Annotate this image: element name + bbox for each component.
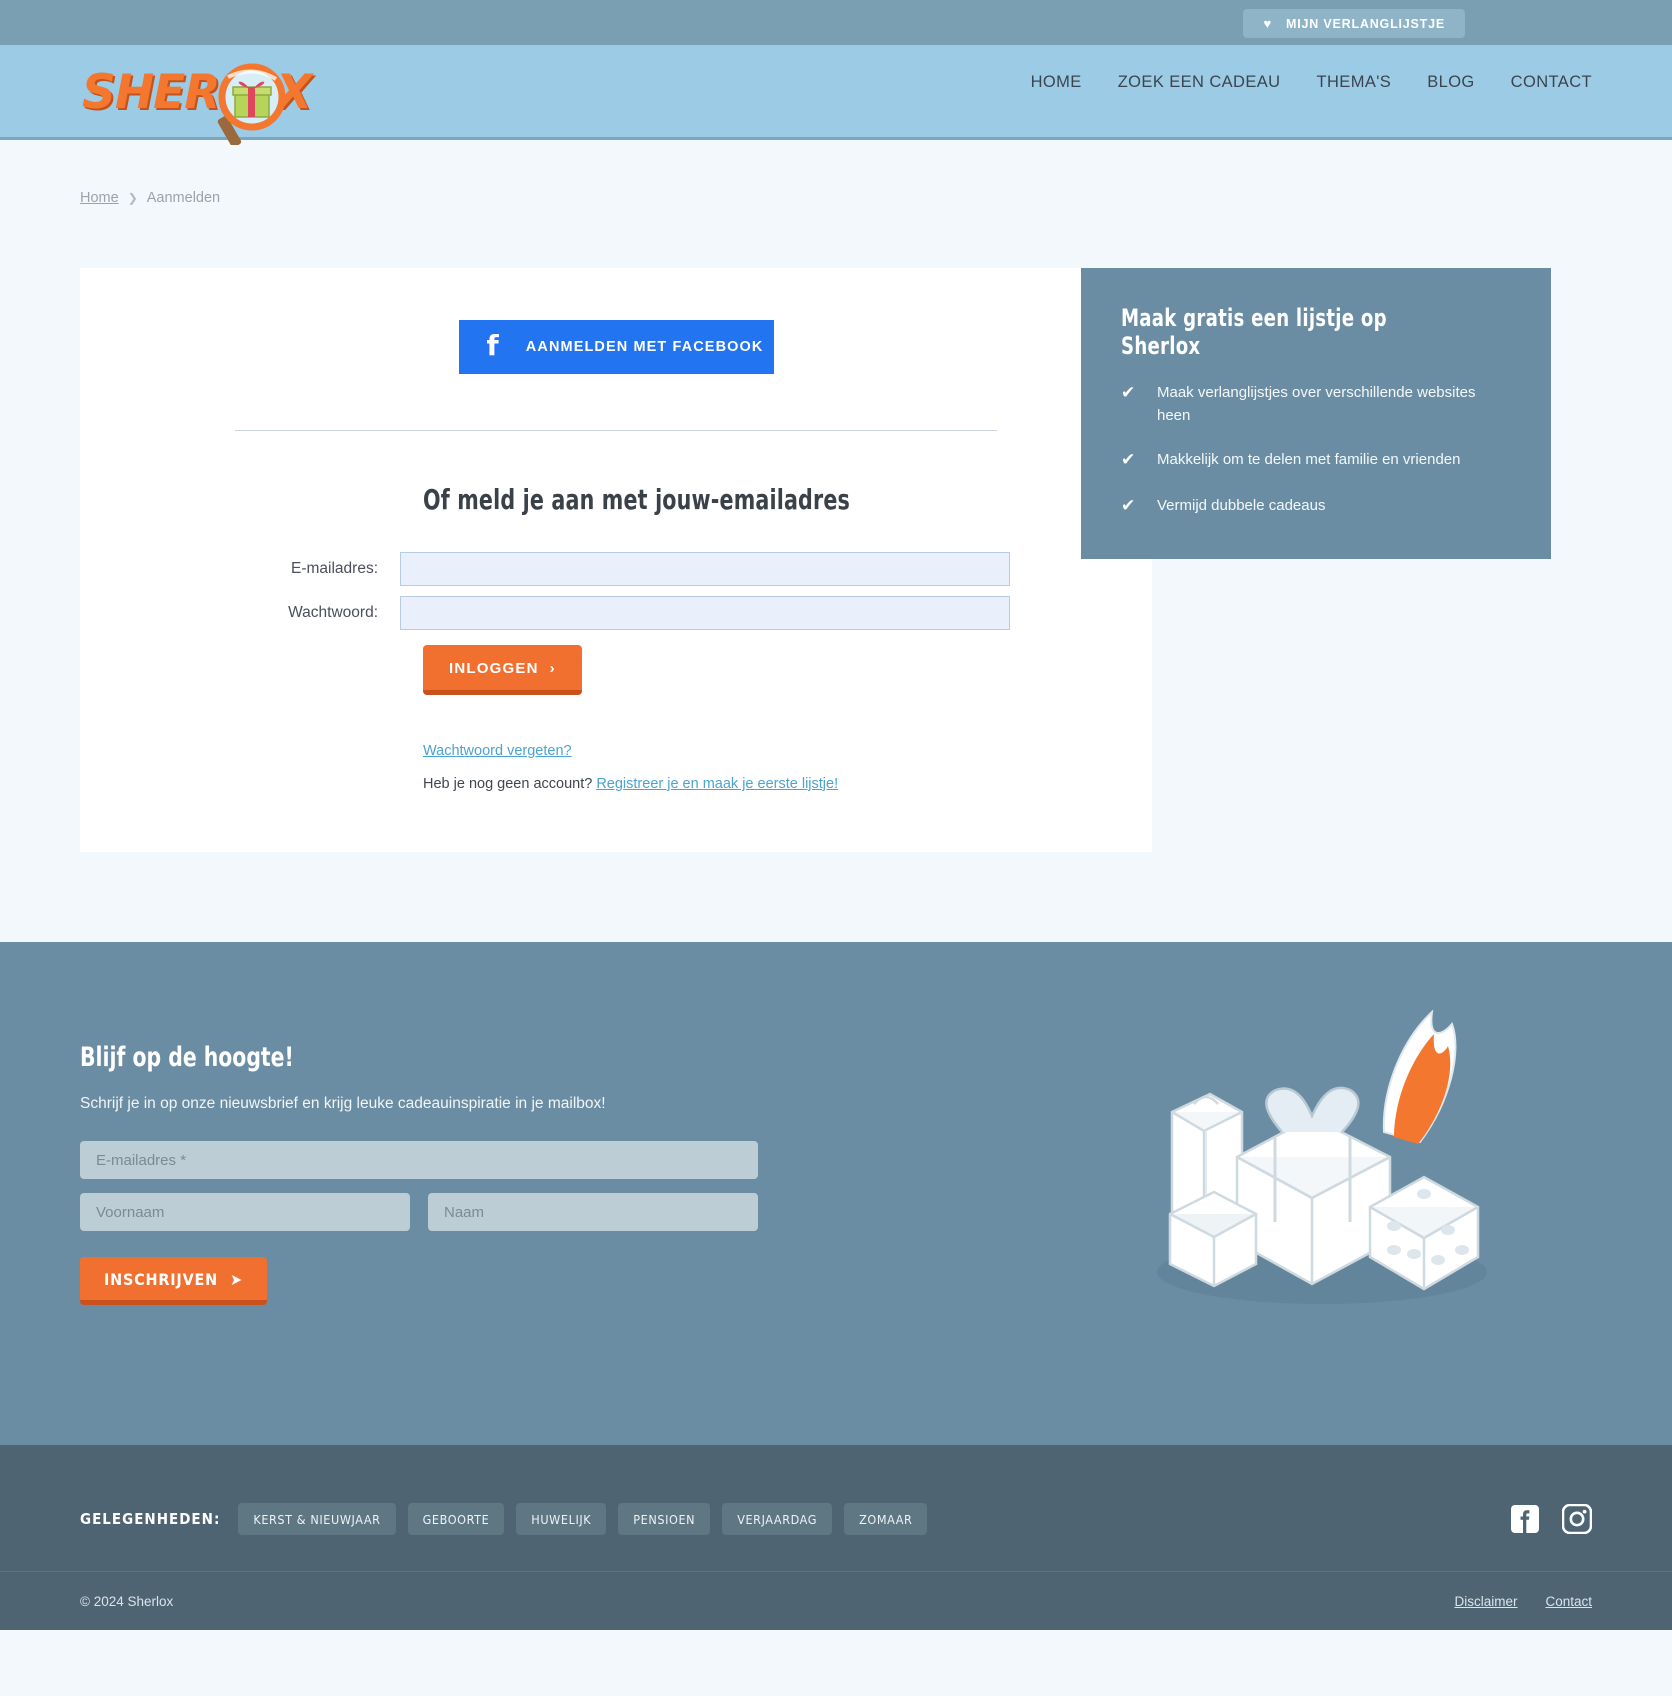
promo-benefits-list: ✔ Maak verlanglijstjes over verschillend… (1121, 382, 1511, 519)
check-icon: ✔ (1121, 383, 1136, 403)
breadcrumb-home[interactable]: Home (80, 190, 119, 206)
nav-item-themas[interactable]: THEMA'S (1317, 73, 1392, 92)
promo-title: Maak gratis een lijstje op Sherlox (1121, 304, 1387, 360)
login-helper-links: Wachtwoord vergeten? Heb je nog geen acc… (423, 742, 1152, 792)
login-form: E-mailadres: Wachtwoord: INLOGGEN › (80, 552, 1152, 695)
copyright-text: © 2024 Sherlox (80, 1593, 174, 1609)
no-account-text: Heb je nog geen account? (423, 776, 597, 792)
email-label: E-mailadres: (291, 560, 378, 577)
promo-box: Maak gratis een lijstje op Sherlox ✔ Maa… (1081, 268, 1551, 559)
newsletter-firstname-input[interactable] (80, 1193, 410, 1231)
promo-benefit-item: ✔ Makkelijk om te delen met familie en v… (1121, 449, 1511, 473)
login-card: f AANMELDEN MET FACEBOOK Of meld je aan … (80, 268, 1152, 852)
nav-item-home[interactable]: HOME (1031, 73, 1082, 92)
email-input[interactable] (400, 552, 1010, 586)
section-divider (235, 430, 997, 431)
password-field-row: Wachtwoord: (80, 596, 1152, 630)
occasion-tag-huwelijk[interactable]: HUWELIJK (516, 1503, 607, 1535)
occasion-tag-verjaardag[interactable]: VERJAARDAG (722, 1503, 833, 1535)
facebook-login-button[interactable]: f AANMELDEN MET FACEBOOK (458, 320, 774, 374)
breadcrumb-separator-icon: ❯ (127, 191, 138, 205)
footer-links: Disclaimer Contact (1454, 1594, 1592, 1609)
forgot-password-link[interactable]: Wachtwoord vergeten? (423, 743, 572, 759)
occasion-tag-list: KERST & NIEUWJAAR GEBOORTE HUWELIJK PENS… (238, 1503, 928, 1535)
email-login-heading: Of meld je aan met jouw-emailadres (423, 483, 851, 516)
promo-benefit-text: Makkelijk om te delen met familie en vri… (1157, 451, 1461, 468)
newsletter-subscribe-button[interactable]: INSCHRIJVEN ➤ (80, 1257, 267, 1305)
register-link[interactable]: Registreer je en maak je eerste lijstje! (596, 776, 838, 792)
occasion-tag-kerst-nieuwjaar[interactable]: KERST & NIEUWJAAR (238, 1503, 396, 1535)
social-links (1510, 1504, 1592, 1534)
newsletter-lastname-input[interactable] (428, 1193, 758, 1231)
occasion-tag-zomaar[interactable]: ZOMAAR (844, 1503, 928, 1535)
newsletter-section: Blijf op de hoogte! Schrijf je in op onz… (0, 942, 1672, 1445)
promo-benefit-item: ✔ Vermijd dubbele cadeaus (1121, 495, 1511, 519)
heart-icon: ♥ (1263, 16, 1273, 31)
site-footer: GELEGENHEDEN: KERST & NIEUWJAAR GEBOORTE… (0, 1445, 1672, 1630)
facebook-icon: f (486, 328, 500, 362)
occasion-tag-pensioen[interactable]: PENSIOEN (618, 1503, 711, 1535)
instagram-icon[interactable] (1562, 1504, 1592, 1534)
my-wishlist-button[interactable]: ♥ MIJN VERLANGLIJSTJE (1243, 9, 1465, 38)
promo-benefit-item: ✔ Maak verlanglijstjes over verschillend… (1121, 382, 1511, 427)
breadcrumb-current: Aanmelden (146, 190, 221, 206)
breadcrumb: Home ❯ Aanmelden (80, 140, 1592, 206)
occasions-label: GELEGENHEDEN: (80, 1510, 221, 1528)
nav-item-blog[interactable]: BLOG (1427, 73, 1474, 92)
promo-benefit-text: Vermijd dubbele cadeaus (1157, 496, 1326, 514)
check-icon: ✔ (1121, 495, 1136, 516)
email-field-row: E-mailadres: (80, 552, 1152, 586)
main-content: f AANMELDEN MET FACEBOOK Of meld je aan … (80, 268, 1592, 942)
occasion-tag-geboorte[interactable]: GEBOORTE (407, 1503, 505, 1535)
newsletter-email-input[interactable] (80, 1141, 758, 1179)
top-utility-bar: ♥ MIJN VERLANGLIJSTJE (0, 0, 1672, 45)
gift-illustration (1132, 982, 1512, 1312)
main-navigation: HOME ZOEK EEN CADEAU THEMA'S BLOG CONTAC… (1031, 73, 1592, 92)
site-logo[interactable]: SHERL SHERL X X (80, 55, 330, 145)
login-submit-label: INLOGGEN (449, 660, 539, 677)
my-wishlist-label: MIJN VERLANGLIJSTJE (1286, 16, 1445, 31)
nav-item-contact[interactable]: CONTACT (1511, 73, 1592, 92)
facebook-icon[interactable] (1510, 1504, 1540, 1534)
facebook-login-label: AANMELDEN MET FACEBOOK (525, 339, 764, 355)
footer-link-contact[interactable]: Contact (1545, 1594, 1592, 1609)
site-header: SHERL SHERL X X HOME ZOEK EEN CADEAU THE… (0, 45, 1672, 145)
login-submit-button[interactable]: INLOGGEN › (423, 645, 582, 695)
footer-link-disclaimer[interactable]: Disclaimer (1454, 1594, 1517, 1609)
paper-plane-icon: ➤ (230, 1270, 243, 1289)
password-input[interactable] (400, 596, 1010, 630)
chevron-right-icon: › (549, 660, 556, 677)
check-icon: ✔ (1121, 450, 1136, 470)
promo-benefit-text: Maak verlanglijstjes over verschillende … (1157, 384, 1476, 424)
no-account-row: Heb je nog geen account? Registreer je e… (423, 776, 1152, 792)
nav-item-zoek-een-cadeau[interactable]: ZOEK EEN CADEAU (1118, 73, 1281, 92)
newsletter-subscribe-label: INSCHRIJVEN (104, 1270, 218, 1289)
password-label: Wachtwoord: (288, 604, 378, 621)
